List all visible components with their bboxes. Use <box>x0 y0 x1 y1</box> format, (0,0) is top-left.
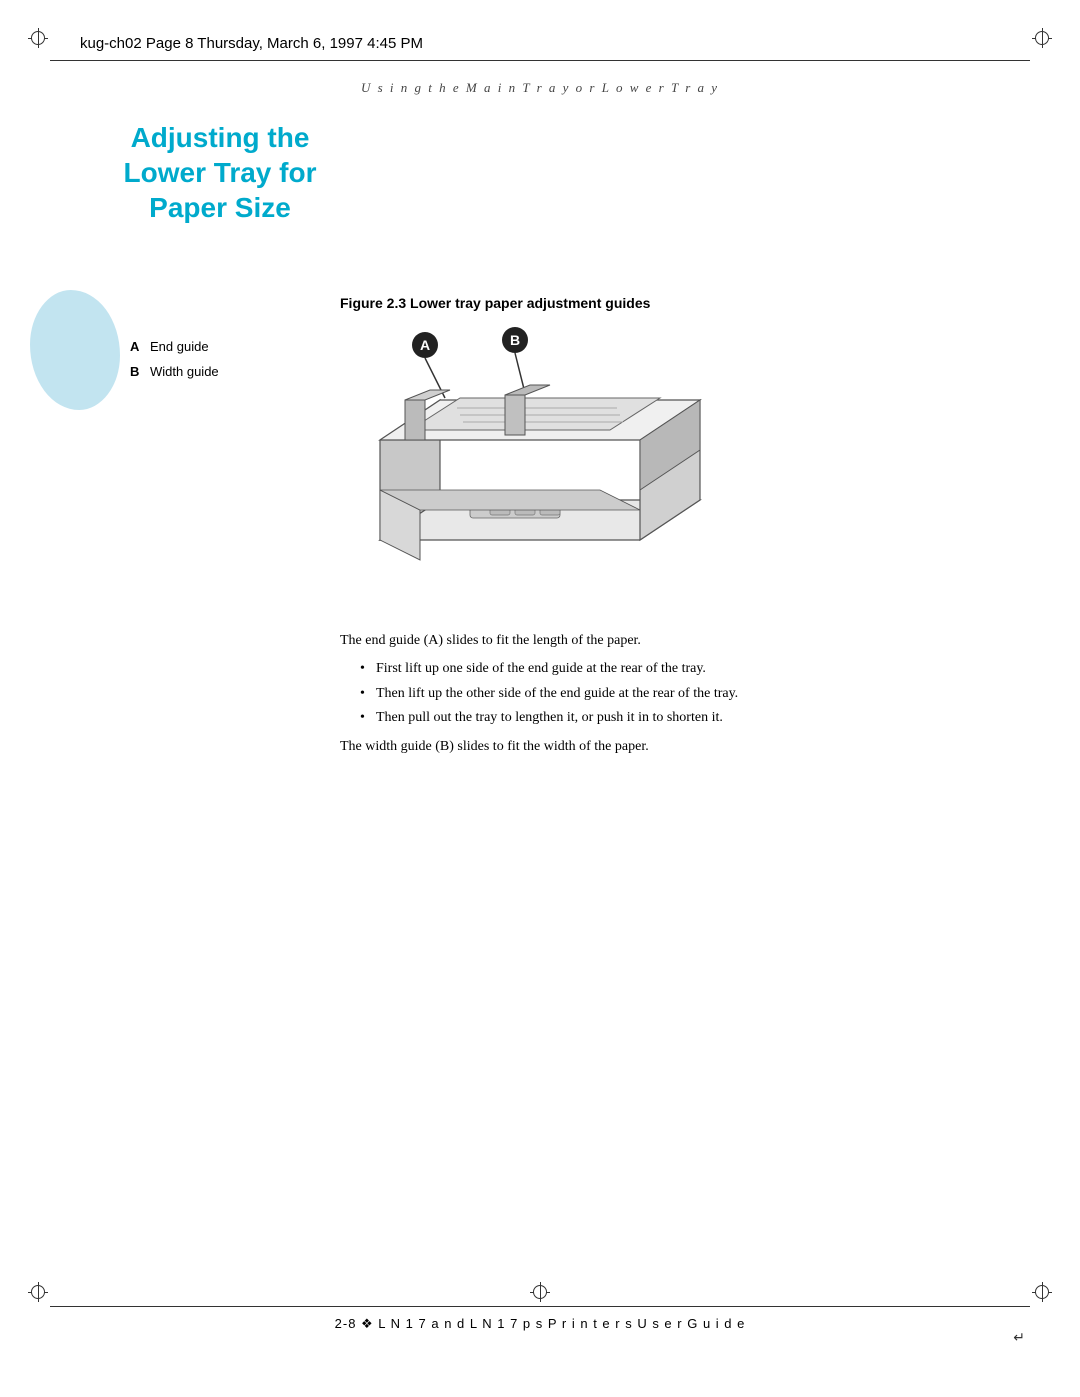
legend-desc-b: Width guide <box>150 360 219 383</box>
legend-item-b: B Width guide <box>130 360 219 383</box>
body-text-area: The end guide (A) slides to fit the leng… <box>340 630 980 764</box>
title-line2: Lower Tray for <box>124 157 317 188</box>
title-line1: Adjusting the <box>131 122 310 153</box>
footer-line <box>50 1306 1030 1307</box>
tray-illustration: A B <box>330 310 750 600</box>
title-line3: Paper Size <box>149 192 291 223</box>
corner-mark: ↵ <box>1013 1330 1025 1347</box>
reg-mark-bl <box>28 1282 48 1302</box>
width-guide-top <box>505 385 550 395</box>
header-line <box>50 60 1030 61</box>
legend-letter-b: B <box>130 360 142 383</box>
bottom-inner <box>380 490 640 510</box>
body-para1: The end guide (A) slides to fit the leng… <box>340 630 980 652</box>
subtitle: U s i n g t h e M a i n T r a y o r L o … <box>361 80 719 96</box>
bullet-item-2: Then lift up the other side of the end g… <box>360 683 980 705</box>
legend: A End guide B Width guide <box>130 335 219 386</box>
body-para2: The width guide (B) slides to fit the wi… <box>340 736 980 758</box>
footer-text: 2-8 ❖ L N 1 7 a n d L N 1 7 p s P r i n … <box>335 1316 746 1332</box>
main-title-block: Adjusting the Lower Tray for Paper Size <box>80 120 360 225</box>
header-text: kug-ch02 Page 8 Thursday, March 6, 1997 … <box>80 35 423 52</box>
figure-area: A B <box>330 310 750 600</box>
svg-text:B: B <box>510 332 520 348</box>
reg-mark-tr <box>1032 28 1052 48</box>
legend-item-a: A End guide <box>130 335 219 358</box>
svg-text:A: A <box>420 337 430 353</box>
end-guide <box>405 400 425 440</box>
legend-letter-a: A <box>130 335 142 358</box>
legend-desc-a: End guide <box>150 335 209 358</box>
bullet-item-1: First lift up one side of the end guide … <box>360 658 980 680</box>
reg-mark-tl <box>28 28 48 48</box>
page: kug-ch02 Page 8 Thursday, March 6, 1997 … <box>0 0 1080 1397</box>
bullet-item-3: Then pull out the tray to lengthen it, o… <box>360 707 980 729</box>
figure-caption: Figure 2.3 Lower tray paper adjustment g… <box>340 295 650 311</box>
bullet-list: First lift up one side of the end guide … <box>360 658 980 729</box>
decorative-blob <box>30 290 120 410</box>
width-guide <box>505 395 525 435</box>
reg-mark-br <box>1032 1282 1052 1302</box>
arrow-b <box>515 353 525 393</box>
reg-mark-bc <box>530 1282 550 1302</box>
